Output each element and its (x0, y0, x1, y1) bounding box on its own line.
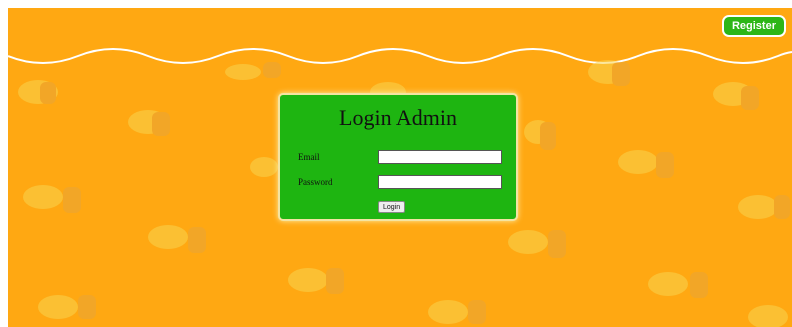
login-button[interactable]: Login (378, 201, 406, 213)
password-field[interactable] (378, 175, 502, 189)
login-title: Login Admin (339, 105, 457, 130)
page-background: Register Login Admin Email Password Logi… (8, 8, 792, 327)
email-field[interactable] (378, 150, 502, 164)
password-label: Password (298, 177, 333, 187)
email-label: Email (298, 152, 320, 162)
login-panel: Login Admin Email Password Login (278, 93, 518, 221)
register-button[interactable]: Register (721, 15, 786, 37)
